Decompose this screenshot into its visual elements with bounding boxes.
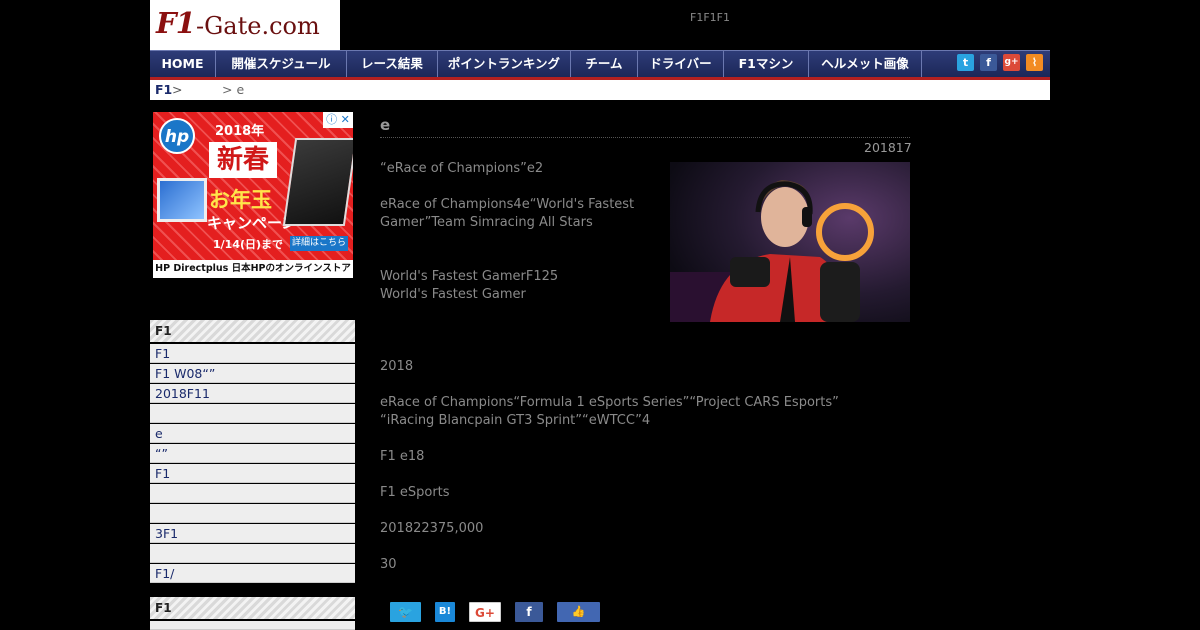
article-paragraph: eRace of Champions4e“World's Fastest — [380, 197, 635, 212]
article-paragraph: “eRace of Champions”e2 — [380, 161, 544, 176]
ad-banner[interactable]: hp ⓘ ✕ 2018年 新春 お年玉 キャンペーン 1/14(日)まで 詳細は… — [153, 112, 353, 278]
nav-helmet-images[interactable]: ヘルメット画像 — [809, 51, 922, 77]
sidebar-link[interactable]: F1/ — [150, 564, 355, 583]
sidebar-link[interactable]: e — [150, 424, 355, 443]
twitter-icon[interactable]: t — [957, 54, 974, 71]
ad-info-icon[interactable]: ⓘ — [326, 113, 337, 126]
sidebar-link[interactable] — [150, 504, 355, 523]
article-paragraph: F1 eSports — [380, 485, 450, 500]
nav-race-results[interactable]: レース結果 — [347, 51, 438, 77]
breadcrumb-current: > e — [222, 82, 245, 97]
nav-team[interactable]: チーム — [571, 51, 638, 77]
article-paragraph: eRace of Champions“Formula 1 eSports Ser… — [380, 395, 839, 410]
share-facebook-button[interactable]: f — [515, 602, 543, 622]
sidebar-link[interactable]: F1 — [150, 344, 355, 363]
ad-deadline: 1/14(日)まで — [213, 238, 284, 251]
article-photo — [670, 162, 910, 322]
sidebar-link[interactable]: “” — [150, 444, 355, 463]
main-nav: HOME 開催スケジュール レース結果 ポイントランキング チーム ドライバー … — [150, 50, 1050, 80]
article-paragraph: Gamer”Team Simracing All Stars — [380, 215, 593, 230]
nav-point-ranking[interactable]: ポイントランキング — [438, 51, 571, 77]
logo-text-gate: -Gate.com — [196, 12, 320, 40]
ad-year: 2018年 — [215, 124, 265, 139]
sidebar-link[interactable]: 3F1 — [150, 524, 355, 543]
ad-footer: HP Directplus 日本HPのオンラインストア — [153, 260, 353, 278]
article-paragraph: 201822375,000 — [380, 521, 484, 536]
article-paragraph: World's Fastest GamerF125 — [380, 269, 559, 284]
article-paragraph: 30 — [380, 557, 397, 572]
site-tagline: F1F1F1 — [690, 11, 730, 24]
sidebar-link[interactable] — [150, 484, 355, 503]
facebook-icon[interactable]: f — [980, 54, 997, 71]
desktop-image — [157, 178, 207, 222]
article-date: 201817 — [864, 140, 912, 155]
sidebar-link[interactable]: 2018F11 — [150, 384, 355, 403]
breadcrumb: F1 > > e — [150, 80, 1050, 100]
article-title: e — [380, 116, 391, 134]
article-paragraph: World's Fastest Gamer — [380, 287, 526, 302]
ad-detail-button[interactable]: 詳細はこちら — [290, 236, 348, 251]
rss-icon[interactable]: ⌇ — [1026, 54, 1043, 71]
google-plus-icon[interactable]: g+ — [1003, 54, 1020, 71]
share-hatena-button[interactable]: B! — [435, 602, 455, 622]
ad-controls: ⓘ ✕ — [323, 112, 353, 128]
nav-driver[interactable]: ドライバー — [638, 51, 724, 77]
laptop-image — [282, 138, 353, 226]
sidebar-link[interactable]: F1 — [150, 464, 355, 483]
article-paragraph: F1 e18 — [380, 449, 425, 464]
sidebar-link[interactable] — [150, 404, 355, 423]
hp-logo-icon: hp — [159, 118, 195, 154]
site-logo[interactable]: F1 -Gate.com — [150, 0, 340, 50]
sidebar-link[interactable] — [150, 544, 355, 563]
sidebar-section-title: F1 — [150, 597, 355, 619]
title-divider — [380, 137, 910, 138]
breadcrumb-home[interactable]: F1 — [155, 80, 172, 100]
article-paragraph: “iRacing Blancpain GT3 Sprint”“eWTCC”4 — [380, 413, 651, 428]
share-twitter-button[interactable]: 🐦 — [390, 602, 421, 622]
nav-home[interactable]: HOME — [150, 51, 216, 77]
sidebar-section-title: F1 — [150, 320, 355, 342]
nav-schedule[interactable]: 開催スケジュール — [216, 51, 347, 77]
sidebar-link[interactable]: F1 W08“” — [150, 364, 355, 383]
ad-subheadline: お年玉 — [209, 188, 272, 212]
breadcrumb-separator: > — [172, 82, 183, 97]
sidebar-link[interactable] — [150, 621, 355, 630]
article-paragraph: 2018 — [380, 359, 414, 374]
share-google-plus-button[interactable]: G+ — [469, 602, 501, 622]
facebook-like-button[interactable]: 👍 — [557, 602, 600, 622]
ad-close-icon[interactable]: ✕ — [341, 113, 350, 126]
ad-headline: 新春 — [209, 142, 277, 178]
logo-text-f1: F1 — [156, 6, 196, 40]
nav-f1-machine[interactable]: F1マシン — [724, 51, 809, 77]
